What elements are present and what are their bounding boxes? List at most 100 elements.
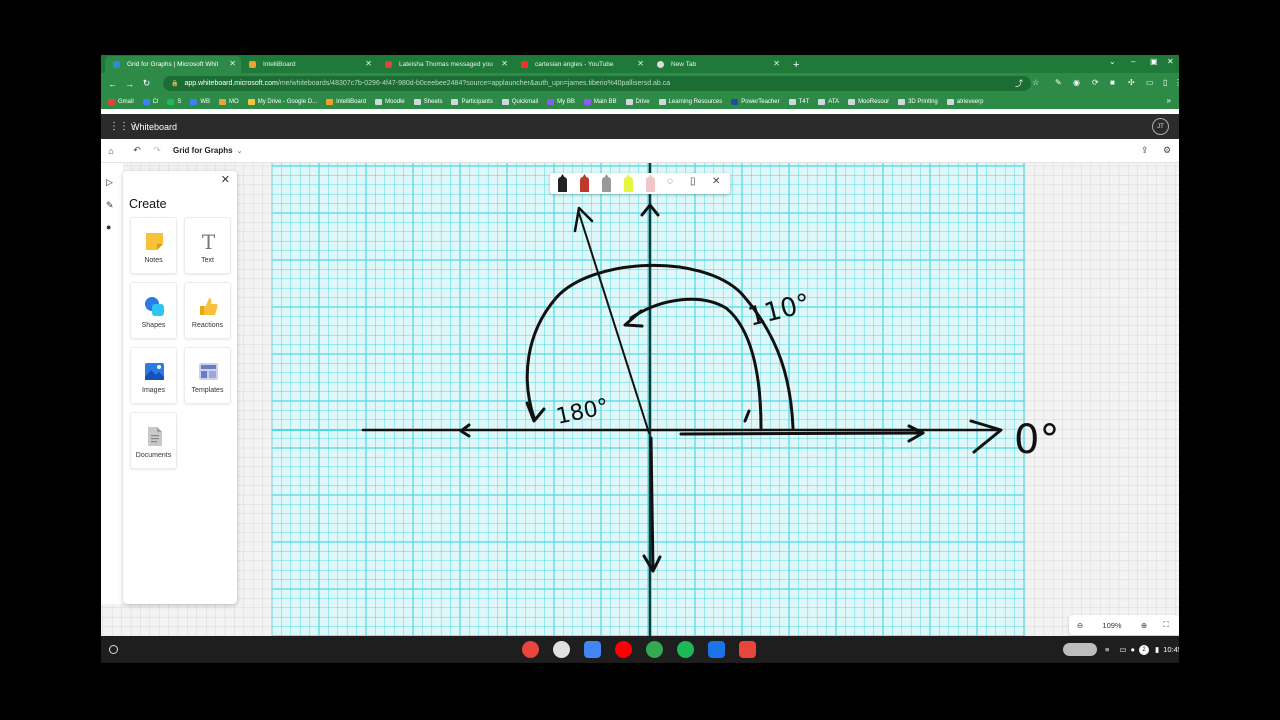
documents-button[interactable]: Documents [130, 412, 177, 469]
cast-icon[interactable]: ▭ [1146, 78, 1154, 87]
files-app[interactable] [708, 641, 725, 658]
lasso-select-icon[interactable]: ◌ [667, 176, 673, 187]
bookmark-item[interactable]: atrieveerp [946, 98, 983, 105]
bookmark-item[interactable]: MooResour [848, 98, 889, 105]
tab-intelliboard[interactable]: IntelliBoard ✕ [241, 56, 377, 73]
bookmark-item[interactable]: IntelliBoard [326, 98, 366, 105]
select-pointer-icon[interactable]: ▷ [106, 177, 113, 188]
close-tab-icon[interactable]: ✕ [637, 59, 644, 68]
chevron-down-icon[interactable]: ⌄ [237, 147, 243, 155]
restore-icon[interactable]: ▣ [1150, 57, 1158, 66]
extension-icon[interactable]: ⟳ [1092, 78, 1099, 87]
close-tab-icon[interactable]: ✕ [501, 59, 508, 68]
undo-icon[interactable]: ↶ [127, 145, 147, 156]
side-panel-icon[interactable]: ▯ [1163, 78, 1167, 87]
minimize-icon[interactable]: – [1131, 57, 1135, 66]
bookmark-item[interactable]: Moodle [375, 98, 405, 105]
bookmark-item[interactable]: S [167, 98, 181, 105]
tab-search-icon[interactable]: ⌄ [1109, 57, 1116, 66]
screencast-app[interactable] [739, 641, 756, 658]
bookmark-item[interactable]: WB [190, 98, 210, 105]
zoom-in-icon[interactable]: ⊕ [1133, 621, 1155, 630]
play-store-app[interactable] [646, 641, 663, 658]
puzzle-icon[interactable]: ✣ [1128, 78, 1135, 87]
bookmark-item[interactable]: Sheets [413, 98, 442, 105]
settings-dot-icon: ● [1130, 645, 1136, 654]
text-button[interactable]: T Text [184, 217, 231, 274]
board-name[interactable]: Grid for Graphs [173, 146, 233, 155]
zoom-out-icon[interactable]: ⊖ [1069, 621, 1091, 630]
whiteboard-canvas[interactable]: 110° 180° 0° ◌ ▯ ✕ [101, 163, 1179, 636]
bookmark-item[interactable]: Participants [451, 98, 493, 105]
tab-gmail-message[interactable]: Lateisha Thomas messaged you ✕ [377, 56, 513, 73]
highlighter-tool[interactable] [624, 177, 633, 192]
bookmark-item[interactable]: Cl [142, 98, 158, 105]
gear-icon[interactable]: ⚙ [1163, 145, 1171, 156]
ruler-icon[interactable]: ▯ [690, 176, 696, 187]
avatar[interactable]: JT [1152, 118, 1169, 135]
youtube-app[interactable] [615, 641, 632, 658]
tab-new-tab[interactable]: New Tab ✕ [649, 56, 785, 73]
docs-app[interactable] [584, 641, 601, 658]
bookmark-item[interactable]: ATA [818, 98, 839, 105]
more-bookmarks-icon[interactable]: » [1167, 96, 1171, 105]
url-host: app.whiteboard.microsoft.com [184, 80, 278, 87]
back-icon[interactable]: ← [104, 79, 121, 89]
bookmark-item[interactable]: My BB [547, 98, 575, 105]
more-menu-icon[interactable]: ⋮ [1174, 78, 1179, 87]
bookmark-item[interactable]: 3D Printing [898, 98, 938, 105]
eraser-tool[interactable] [646, 177, 655, 192]
new-tab-button[interactable]: + [785, 56, 807, 73]
reactions-button[interactable]: Reactions [184, 282, 231, 339]
redo-icon[interactable]: ↷ [147, 145, 167, 156]
up-arrowhead [640, 203, 660, 217]
reload-icon[interactable]: ↻ [138, 78, 155, 89]
launcher-icon[interactable] [109, 645, 118, 654]
bookmark-label: T4T [798, 98, 810, 105]
chrome-app[interactable] [522, 641, 539, 658]
tab-youtube[interactable]: cartesian angles - YouTube ✕ [513, 56, 649, 73]
extension-icon[interactable]: ◉ [1073, 78, 1080, 87]
red-pen-tool[interactable] [580, 177, 589, 192]
intelliboard-icon [249, 61, 256, 68]
forward-icon[interactable]: → [121, 79, 138, 89]
close-window-icon[interactable]: ✕ [1167, 57, 1174, 66]
address-bar[interactable]: 🔒 app.whiteboard.microsoft.com /me/white… [163, 76, 1031, 91]
bookmark-item[interactable]: Learning Resources [658, 98, 722, 105]
bookmark-item[interactable]: Main BB [583, 98, 617, 105]
close-icon[interactable]: ✕ [712, 176, 720, 187]
close-tab-icon[interactable]: ✕ [365, 59, 372, 68]
bookmark-star-icon[interactable]: ☆ [1032, 78, 1039, 87]
bookmark-item[interactable]: My Drive - Google D... [247, 98, 317, 105]
bookmark-item[interactable]: Gmail [108, 98, 134, 105]
home-icon[interactable]: ⌂ [101, 146, 121, 156]
black-pen-tool[interactable] [558, 177, 567, 192]
shapes-button[interactable]: Shapes [130, 282, 177, 339]
bookmark-item[interactable]: Quickmail [501, 98, 538, 105]
images-button[interactable]: Images [130, 347, 177, 404]
bookmark-item[interactable]: T4T [788, 98, 810, 105]
status-tray[interactable]: ≡ ▭ ● 2 ▮ 10:45 [1063, 641, 1179, 658]
gray-pen-tool[interactable] [602, 177, 611, 192]
spotify-app[interactable] [677, 641, 694, 658]
extension-icon[interactable]: ■ [1110, 78, 1115, 87]
add-icon[interactable]: ● [106, 222, 111, 232]
bookmark-item[interactable]: MO [219, 98, 239, 105]
bookmark-item[interactable]: Drive [625, 98, 650, 105]
extension-pen-icon[interactable]: ✎ [1055, 78, 1062, 87]
share-icon[interactable]: ⤴ [1015, 78, 1023, 89]
bookmark-item[interactable]: PowerTeacher [731, 98, 780, 105]
templates-button[interactable]: Templates [184, 347, 231, 404]
fit-to-screen-icon[interactable]: ⛶ [1155, 620, 1177, 630]
clipboard-icon[interactable]: ≡ [1105, 645, 1109, 654]
tab-grid-for-graphs[interactable]: Grid for Graphs | Microsoft Whit ✕ [105, 56, 241, 73]
zoom-level[interactable]: 109% [1091, 621, 1133, 630]
app-launcher-icon[interactable]: ⋮⋮⋮ [109, 121, 139, 132]
close-tab-icon[interactable]: ✕ [229, 59, 236, 68]
share-board-icon[interactable]: ⇪ [1141, 145, 1149, 156]
close-icon[interactable]: ✕ [221, 173, 230, 186]
close-tab-icon[interactable]: ✕ [773, 59, 780, 68]
gmail-app[interactable] [553, 641, 570, 658]
notes-button[interactable]: Notes [130, 217, 177, 274]
pen-icon[interactable]: ✎ [106, 200, 114, 211]
